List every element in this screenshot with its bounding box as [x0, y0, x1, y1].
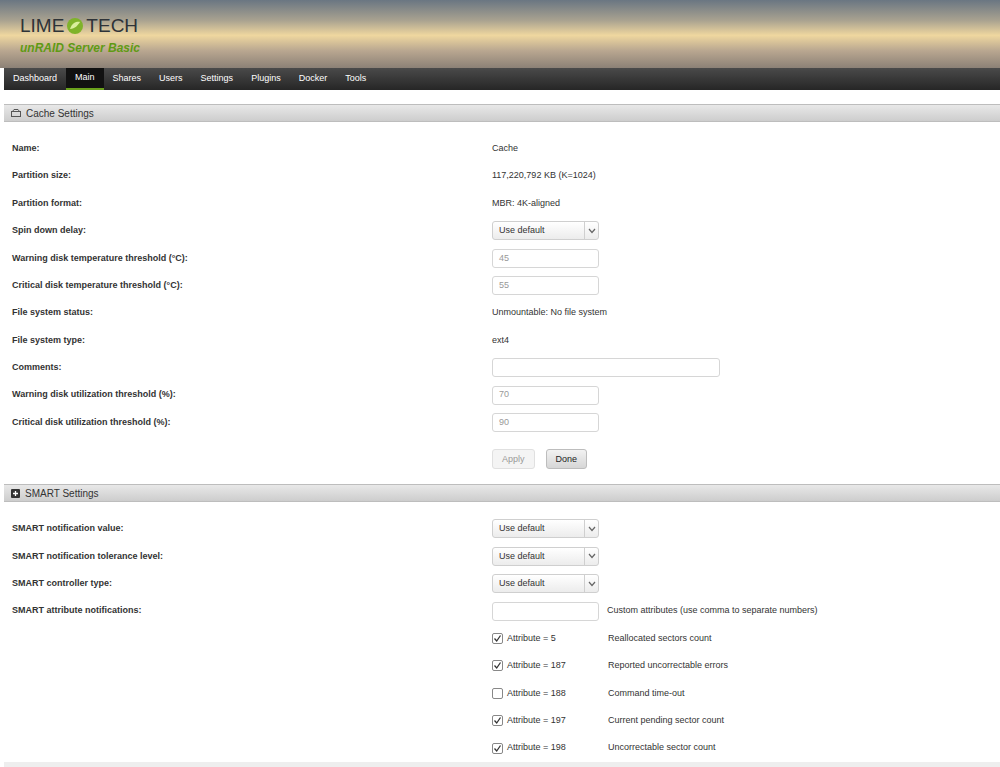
setting-label: File system status: — [12, 306, 492, 320]
select-box[interactable]: Use default — [492, 574, 599, 593]
text-field[interactable] — [492, 358, 720, 377]
setting-row: Warning disk temperature threshold (°C):… — [4, 245, 1000, 272]
nav-tab[interactable]: Shares — [104, 68, 151, 90]
setting-label: SMART notification value: — [12, 522, 492, 536]
setting-row: File system type:ext4 — [4, 327, 1000, 354]
check-icon — [493, 634, 502, 643]
expand-icon — [11, 489, 20, 498]
text-field[interactable]: 55 — [492, 276, 599, 295]
chevron-down-icon — [588, 581, 596, 587]
setting-value: Unmountable: No file system — [492, 306, 607, 320]
attribute-checkbox[interactable]: Attribute = 188 — [492, 687, 608, 701]
attribute-description: Command time-out — [608, 687, 1000, 701]
setting-label: Warning disk utilization threshold (%): — [12, 388, 492, 402]
nav-tab[interactable]: Tools — [336, 68, 375, 90]
attribute-row: Attribute = 187Reported uncorrectable er… — [4, 652, 1000, 679]
setting-row: SMART notification value:Use default — [4, 515, 1000, 542]
attribute-description: Current pending sector count — [608, 714, 1000, 728]
attribute-checkbox[interactable]: Attribute = 197 — [492, 714, 608, 728]
product-name: unRAID Server Basic — [20, 39, 1000, 57]
setting-row: Warning disk utilization threshold (%):7… — [4, 382, 1000, 409]
chevron-down-icon — [588, 553, 596, 559]
setting-label: Comments: — [12, 361, 492, 375]
setting-label: Critical disk utilization threshold (%): — [12, 416, 492, 430]
setting-value: 117,220,792 KB (K=1024) — [492, 169, 596, 183]
attribute-checkbox[interactable]: Attribute = 198 — [492, 741, 608, 755]
setting-label: SMART attribute notifications: — [12, 604, 492, 618]
setting-value: ext4 — [492, 334, 509, 348]
drive-icon — [11, 109, 21, 117]
nav-tab[interactable]: Docker — [290, 68, 337, 90]
setting-label: Partition size: — [12, 169, 492, 183]
text-field[interactable]: 70 — [492, 386, 599, 405]
logo: LIMETECH — [20, 16, 1000, 35]
setting-row: Comments: — [4, 354, 1000, 381]
setting-label: SMART controller type: — [12, 577, 492, 591]
chevron-down-icon — [588, 228, 596, 234]
select-box[interactable]: Use default — [492, 547, 599, 566]
nav-tab[interactable]: Users — [150, 68, 192, 90]
select-box[interactable]: Use default — [492, 221, 599, 240]
check-icon — [493, 744, 502, 753]
leaf-icon — [66, 17, 84, 35]
action-button[interactable]: Done — [546, 449, 588, 469]
header-banner: LIMETECH unRAID Server Basic — [0, 0, 1000, 68]
text-field[interactable]: 90 — [492, 413, 599, 432]
setting-label: Name: — [12, 142, 492, 156]
nav-tab[interactable]: Settings — [192, 68, 243, 90]
section-header[interactable]: SMART Settings — [4, 484, 1000, 502]
setting-label: File system type: — [12, 334, 492, 348]
select-box[interactable]: Use default — [492, 519, 599, 538]
app: LIMETECH unRAID Server Basic DashboardMain… — [0, 0, 1000, 767]
setting-row: SMART attribute notifications: Custom att… — [4, 597, 1000, 624]
attribute-checkbox[interactable]: Attribute = 5 — [492, 632, 608, 646]
setting-row: SMART controller type:Use default — [4, 570, 1000, 597]
setting-row: Spin down delay:Use default — [4, 217, 1000, 244]
setting-row: SMART notification tolerance level:Use d… — [4, 543, 1000, 570]
setting-value: Cache — [492, 142, 518, 156]
nav-tab[interactable]: Dashboard — [4, 68, 66, 90]
text-field[interactable]: 45 — [492, 249, 599, 268]
nav-tab[interactable]: Main — [66, 68, 104, 90]
setting-label: Critical disk temperature threshold (°C)… — [12, 279, 492, 293]
setting-label: SMART notification tolerance level: — [12, 550, 492, 564]
attribute-description: Reallocated sectors count — [608, 632, 1000, 646]
setting-row: Name:Cache — [4, 135, 1000, 162]
setting-label: Partition format: — [12, 197, 492, 211]
attribute-description: Reported uncorrectable errors — [608, 659, 1000, 673]
action-button[interactable]: Apply — [492, 449, 535, 469]
setting-row: Critical disk temperature threshold (°C)… — [4, 272, 1000, 299]
footer-strip — [4, 762, 1000, 767]
nav-bar: DashboardMainSharesUsersSettingsPluginsD… — [4, 68, 1000, 90]
nav-tab[interactable]: Plugins — [242, 68, 290, 90]
field-note: Custom attributes (use comma to separate… — [607, 604, 818, 618]
attribute-description: Uncorrectable sector count — [608, 741, 1000, 755]
section-header[interactable]: Cache Settings — [4, 104, 1000, 122]
setting-value: MBR: 4K-aligned — [492, 197, 560, 211]
text-field[interactable] — [492, 602, 599, 621]
attribute-row: Attribute = 197Current pending sector co… — [4, 707, 1000, 734]
setting-row: Partition format:MBR: 4K-aligned — [4, 190, 1000, 217]
setting-row: Partition size:117,220,792 KB (K=1024) — [4, 162, 1000, 189]
attribute-row: Attribute = 188Command time-out — [4, 680, 1000, 707]
setting-label: Spin down delay: — [12, 224, 492, 238]
setting-row: File system status:Unmountable: No file … — [4, 299, 1000, 326]
chevron-down-icon — [588, 526, 596, 532]
attribute-row: Attribute = 198Uncorrectable sector coun… — [4, 734, 1000, 761]
setting-row: Critical disk utilization threshold (%):… — [4, 409, 1000, 436]
check-icon — [493, 716, 502, 725]
attribute-row: Attribute = 5Reallocated sectors count — [4, 625, 1000, 652]
check-icon — [493, 661, 502, 670]
setting-label: Warning disk temperature threshold (°C): — [12, 252, 492, 266]
attribute-checkbox[interactable]: Attribute = 187 — [492, 659, 608, 673]
